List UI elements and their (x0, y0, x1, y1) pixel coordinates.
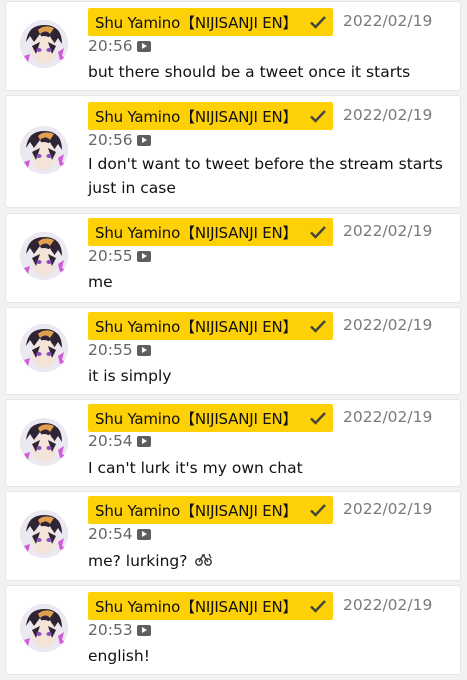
author-name-badge[interactable]: Shu Yamino【NIJISANJI EN】 (88, 496, 333, 524)
video-icon[interactable] (136, 344, 151, 356)
author-name: Shu Yamino【NIJISANJI EN】 (95, 317, 298, 336)
chat-message: Shu Yamino【NIJISANJI EN】 2022/02/19 20:5… (6, 214, 460, 302)
avatar[interactable] (20, 604, 68, 652)
message-time: 20:54 (88, 525, 151, 543)
avatar[interactable] (20, 324, 68, 372)
time-label: 20:55 (88, 341, 133, 359)
verified-check-icon (310, 110, 326, 123)
message-date: 2022/02/19 (343, 106, 433, 124)
message-date: 2022/02/19 (343, 316, 433, 334)
author-name-badge[interactable]: Shu Yamino【NIJISANJI EN】 (88, 404, 333, 432)
message-time: 20:56 (88, 131, 151, 149)
message-text: it is simply (88, 367, 172, 385)
author-name-badge[interactable]: Shu Yamino【NIJISANJI EN】 (88, 312, 333, 340)
message-time: 20:55 (88, 341, 151, 359)
author-name-badge[interactable]: Shu Yamino【NIJISANJI EN】 (88, 592, 333, 620)
message-time: 20:55 (88, 247, 151, 265)
message-text: english! (88, 647, 150, 665)
author-name: Shu Yamino【NIJISANJI EN】 (95, 409, 298, 428)
avatar[interactable] (20, 20, 68, 68)
message-text: I don't want to tweet before the stream … (88, 155, 443, 197)
author-name-badge[interactable]: Shu Yamino【NIJISANJI EN】 (88, 8, 333, 36)
chat-message: Shu Yamino【NIJISANJI EN】 2022/02/19 20:5… (6, 2, 460, 90)
chat-message-list: Shu Yamino【NIJISANJI EN】 2022/02/19 20:5… (0, 0, 467, 680)
video-icon[interactable] (136, 435, 151, 447)
author-name: Shu Yamino【NIJISANJI EN】 (95, 597, 298, 616)
message-text-content: me? lurking? (88, 552, 188, 570)
time-label: 20:53 (88, 621, 133, 639)
avatar[interactable] (20, 418, 68, 466)
message-text: me? lurking? (88, 549, 448, 573)
video-icon[interactable] (136, 40, 151, 52)
message-text: I can't lurk it's my own chat (88, 459, 303, 477)
video-icon[interactable] (136, 624, 151, 636)
chat-message: Shu Yamino【NIJISANJI EN】 2022/02/19 20:5… (6, 96, 460, 207)
video-icon[interactable] (136, 250, 151, 262)
verified-check-icon (310, 320, 326, 333)
verified-check-icon (310, 226, 326, 239)
message-time: 20:54 (88, 432, 151, 450)
time-label: 20:56 (88, 131, 133, 149)
verified-check-icon (310, 16, 326, 29)
time-label: 20:54 (88, 525, 133, 543)
author-name: Shu Yamino【NIJISANJI EN】 (95, 107, 298, 126)
author-name: Shu Yamino【NIJISANJI EN】 (95, 223, 298, 242)
time-label: 20:55 (88, 247, 133, 265)
verified-check-icon (310, 504, 326, 517)
avatar[interactable] (20, 510, 68, 558)
message-time: 20:56 (88, 37, 151, 55)
author-name-badge[interactable]: Shu Yamino【NIJISANJI EN】 (88, 102, 333, 130)
author-name: Shu Yamino【NIJISANJI EN】 (95, 501, 298, 520)
message-date: 2022/02/19 (343, 12, 433, 30)
message-time: 20:53 (88, 621, 151, 639)
verified-check-icon (310, 600, 326, 613)
avatar[interactable] (20, 126, 68, 174)
chat-message: Shu Yamino【NIJISANJI EN】 2022/02/19 20:5… (6, 586, 460, 674)
message-text: but there should be a tweet once it star… (88, 63, 411, 81)
chat-message: Shu Yamino【NIJISANJI EN】 2022/02/19 20:5… (6, 400, 460, 486)
message-text: me (88, 273, 113, 291)
message-date: 2022/02/19 (343, 408, 433, 426)
time-label: 20:56 (88, 37, 133, 55)
message-date: 2022/02/19 (343, 222, 433, 240)
author-name-badge[interactable]: Shu Yamino【NIJISANJI EN】 (88, 218, 333, 246)
chat-message: Shu Yamino【NIJISANJI EN】 2022/02/19 20:5… (6, 308, 460, 394)
message-date: 2022/02/19 (343, 596, 433, 614)
author-name: Shu Yamino【NIJISANJI EN】 (95, 13, 298, 32)
avatar[interactable] (20, 232, 68, 280)
message-date: 2022/02/19 (343, 500, 433, 518)
video-icon[interactable] (136, 528, 151, 540)
chat-message: Shu Yamino【NIJISANJI EN】 2022/02/19 20:5… (6, 492, 460, 580)
custom-emoji-icon (195, 553, 213, 566)
verified-check-icon (310, 412, 326, 425)
video-icon[interactable] (136, 134, 151, 146)
time-label: 20:54 (88, 432, 133, 450)
